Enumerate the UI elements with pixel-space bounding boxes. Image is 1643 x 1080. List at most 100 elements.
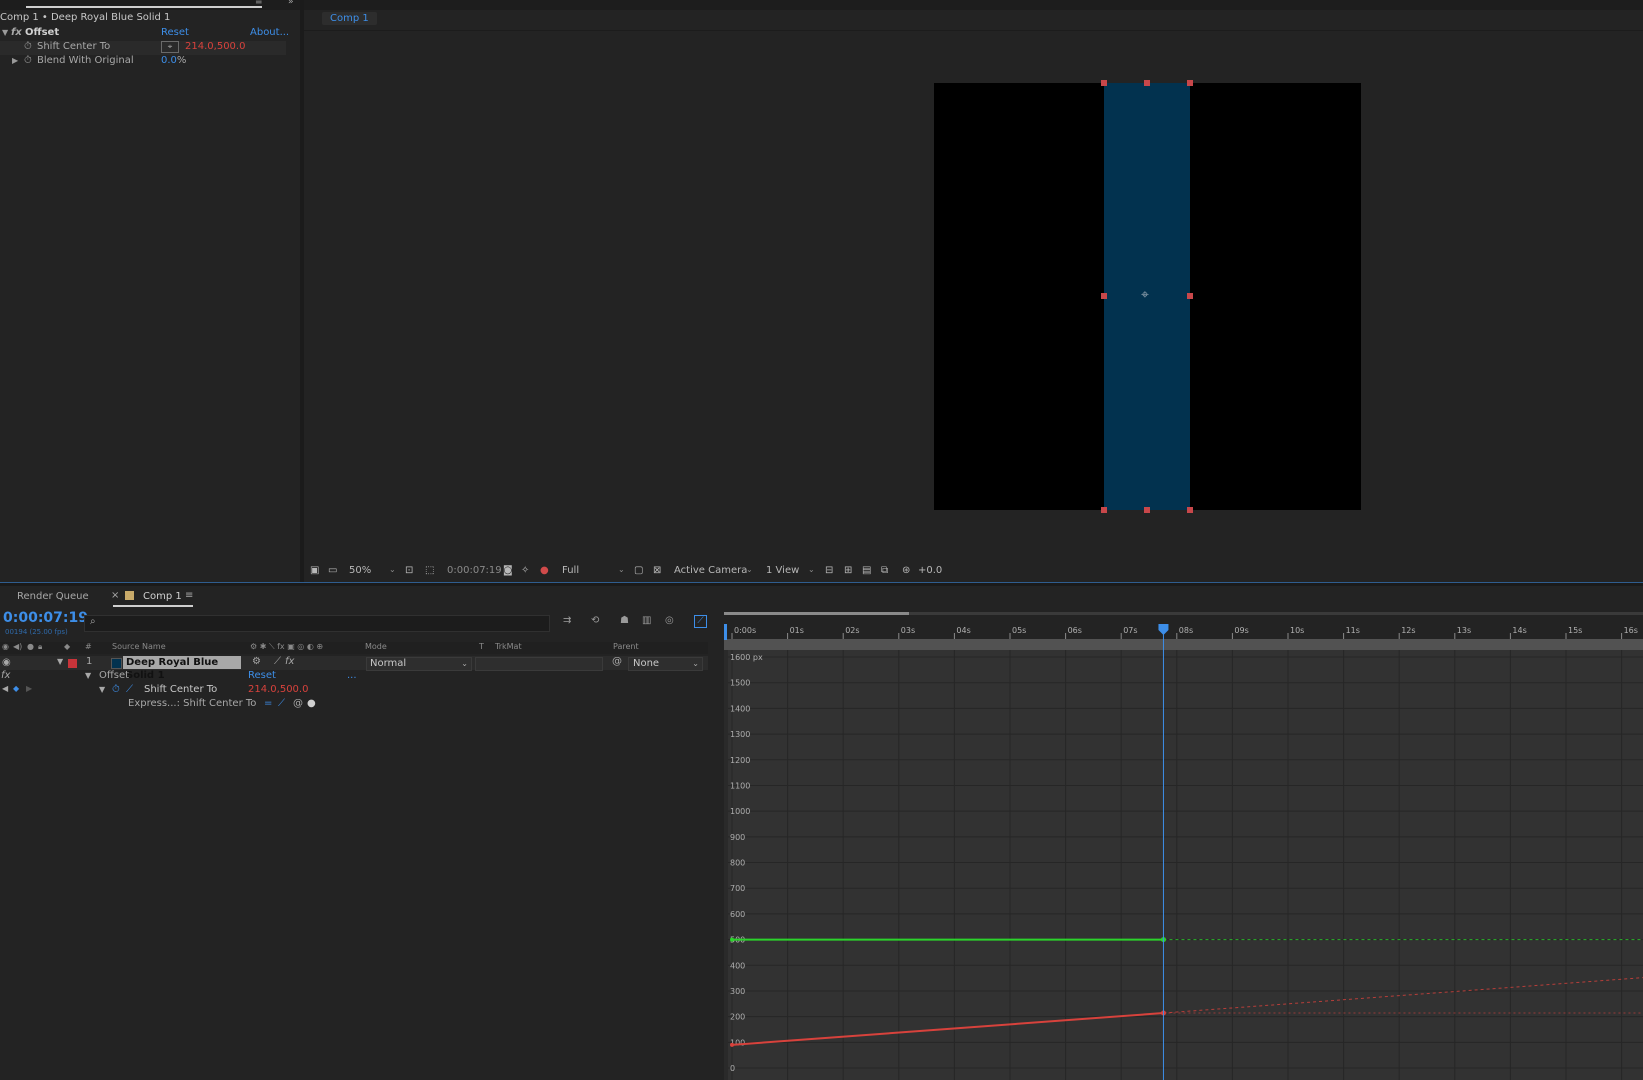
label-icon[interactable]: ◆ bbox=[64, 642, 70, 651]
close-icon[interactable]: × bbox=[111, 590, 119, 601]
show-snapshot-icon[interactable]: ✧ bbox=[521, 565, 529, 576]
draft-3d-icon[interactable]: ⟲ bbox=[591, 615, 599, 626]
crosshair-icon[interactable]: ⌖ bbox=[161, 41, 179, 53]
reset-link[interactable]: Reset bbox=[248, 670, 276, 681]
fx-icon[interactable]: fx bbox=[1, 670, 10, 681]
region-of-interest-icon[interactable]: ⬚ bbox=[425, 565, 434, 576]
more-link[interactable]: ... bbox=[347, 670, 357, 681]
expression-graph-icon[interactable]: ⟋ bbox=[278, 698, 285, 709]
transform-handle[interactable] bbox=[1101, 507, 1107, 513]
flowchart-icon[interactable]: ⧉ bbox=[881, 565, 888, 576]
solo-icon[interactable]: ● bbox=[27, 642, 34, 651]
panel-menu-icon[interactable]: ≡ bbox=[255, 0, 263, 7]
mode-dropdown[interactable]: Normal ⌄ bbox=[366, 657, 472, 671]
lock-icon[interactable]: 🔒︎ bbox=[38, 642, 42, 652]
shy-layers-icon[interactable]: ☗ bbox=[620, 615, 629, 626]
color-channel-icon[interactable]: ● bbox=[540, 565, 549, 576]
graph-icon[interactable]: ⟋ bbox=[126, 684, 133, 695]
offset-effect-row: fx ▼ Offset Reset ... bbox=[0, 670, 708, 684]
fit-icon[interactable]: ⊡ bbox=[405, 565, 413, 576]
camera-dropdown[interactable]: Active Camera bbox=[674, 565, 747, 576]
transform-handle[interactable] bbox=[1144, 80, 1150, 86]
chevron-down-icon[interactable]: ⌄ bbox=[389, 565, 396, 574]
expression-enable-icon[interactable]: = bbox=[264, 698, 272, 709]
transform-handle[interactable] bbox=[1101, 80, 1107, 86]
audio-icon[interactable]: ◀) bbox=[13, 642, 22, 651]
shift-y-value[interactable]: 500.0 bbox=[217, 41, 246, 52]
monitor-icon[interactable]: ▭ bbox=[328, 565, 337, 576]
view-layout-dropdown[interactable]: 1 View bbox=[766, 565, 799, 576]
stopwatch-icon[interactable]: ⏱ bbox=[24, 55, 32, 66]
visibility-icon[interactable]: ◉ bbox=[2, 657, 11, 668]
work-area-bar[interactable] bbox=[724, 639, 1643, 650]
zoom-dropdown[interactable]: 50% bbox=[349, 565, 371, 576]
visibility-icon[interactable]: ◉ bbox=[2, 642, 9, 651]
tab-comp-1-timeline[interactable]: Comp 1 bbox=[143, 591, 182, 602]
shift-x-value[interactable]: 214.0 bbox=[248, 684, 277, 695]
camera-icon[interactable]: ◙ bbox=[503, 565, 513, 576]
tab-render-queue[interactable]: Render Queue bbox=[17, 591, 89, 602]
chevron-down-icon[interactable]: ⌄ bbox=[746, 565, 753, 574]
parent-dropdown[interactable]: None ⌄ bbox=[628, 657, 703, 671]
always-preview-icon[interactable]: ▣ bbox=[310, 565, 319, 576]
next-keyframe-icon[interactable]: ▶ bbox=[26, 684, 32, 693]
transform-handle[interactable] bbox=[1187, 80, 1193, 86]
stopwatch-icon[interactable]: ⏱ bbox=[112, 684, 120, 695]
layer-name[interactable]: Deep Royal Blue Solid 1 bbox=[123, 656, 241, 681]
collapse-triangle-icon[interactable]: ▼ bbox=[2, 28, 8, 37]
layer-search-input[interactable]: ⌕ bbox=[84, 615, 550, 632]
trkmat-dropdown[interactable] bbox=[475, 657, 603, 671]
collapse-transform-icon[interactable]: ⚙ bbox=[252, 656, 261, 667]
current-time-display[interactable]: 0:00:07:19 bbox=[3, 610, 88, 626]
expression-language-menu-icon[interactable]: ● bbox=[307, 698, 316, 709]
graph-editor[interactable] bbox=[728, 650, 1643, 1080]
fx-switch-icon[interactable]: fx bbox=[285, 656, 294, 667]
transform-handle[interactable] bbox=[1101, 293, 1107, 299]
transform-handle[interactable] bbox=[1187, 293, 1193, 299]
transparency-grid-icon[interactable]: ⊠ bbox=[653, 565, 661, 576]
viewer-timecode[interactable]: 0:00:07:19 bbox=[447, 565, 502, 576]
comp-mini-flowchart-icon[interactable]: ⇉ bbox=[563, 615, 571, 626]
blend-value[interactable]: 0.0 bbox=[161, 55, 177, 66]
pickwhip-icon[interactable]: @ bbox=[612, 656, 622, 667]
transform-handle[interactable] bbox=[1187, 507, 1193, 513]
exposure-value[interactable]: +0.0 bbox=[918, 565, 942, 576]
label-color-swatch[interactable] bbox=[68, 659, 77, 668]
expression-pickwhip-icon[interactable]: @ bbox=[293, 698, 303, 709]
keyframe-icon[interactable]: ◆ bbox=[13, 684, 19, 693]
chevron-down-icon[interactable]: ⌄ bbox=[808, 565, 815, 574]
shift-y-value[interactable]: 500.0 bbox=[280, 684, 309, 695]
collapse-triangle-icon[interactable]: ▼ bbox=[57, 657, 63, 666]
time-ruler[interactable] bbox=[724, 615, 1643, 639]
expand-triangle-icon[interactable]: ▶ bbox=[12, 56, 18, 65]
tab-comp-1[interactable]: Comp 1 bbox=[322, 12, 377, 25]
reset-exposure-icon[interactable]: ⊛ bbox=[902, 565, 910, 576]
reset-link[interactable]: Reset bbox=[161, 27, 189, 38]
anchor-point-icon[interactable]: ⌖ bbox=[1138, 288, 1152, 302]
fast-previews-icon[interactable]: ⊞ bbox=[844, 565, 852, 576]
motion-blur-icon[interactable]: ◎ bbox=[665, 615, 674, 626]
panel-menu-icon[interactable]: ≡ bbox=[185, 590, 193, 601]
timeline-icon[interactable]: ▤ bbox=[862, 565, 871, 576]
previous-keyframe-icon[interactable]: ◀ bbox=[2, 684, 8, 693]
collapse-triangle-icon[interactable]: ▼ bbox=[99, 685, 105, 694]
about-link[interactable]: About... bbox=[250, 27, 289, 38]
resolution-dropdown[interactable]: Full bbox=[562, 565, 579, 576]
frame-blending-icon[interactable]: ▥ bbox=[642, 615, 651, 626]
column-source-name[interactable]: Source Name bbox=[112, 642, 166, 651]
chevron-down-icon[interactable]: ⌄ bbox=[618, 565, 625, 574]
fast-preview-icon[interactable]: ▢ bbox=[634, 565, 643, 576]
panel-collapse-icon[interactable]: » bbox=[288, 0, 294, 7]
toggle-pixel-aspect-icon[interactable]: ⊟ bbox=[825, 565, 833, 576]
collapse-triangle-icon[interactable]: ▼ bbox=[85, 671, 91, 680]
transform-handle[interactable] bbox=[1144, 507, 1150, 513]
layer-row[interactable]: ◉ ▼ 1 ⚙ ⟋ fx Normal ⌄ @ None ⌄ bbox=[0, 656, 708, 671]
stopwatch-icon[interactable]: ⏱ bbox=[24, 41, 32, 52]
effect-row-offset[interactable]: ▼ fx Offset Reset About... bbox=[0, 27, 289, 41]
column-mode: Mode bbox=[365, 642, 387, 651]
view-layout-value: 1 View bbox=[766, 565, 800, 576]
fx-icon[interactable]: fx bbox=[11, 27, 22, 38]
graph-editor-icon[interactable]: ⟋ bbox=[694, 615, 707, 628]
quality-icon[interactable]: ⟋ bbox=[274, 656, 281, 667]
shift-x-value[interactable]: 214.0 bbox=[185, 41, 214, 52]
